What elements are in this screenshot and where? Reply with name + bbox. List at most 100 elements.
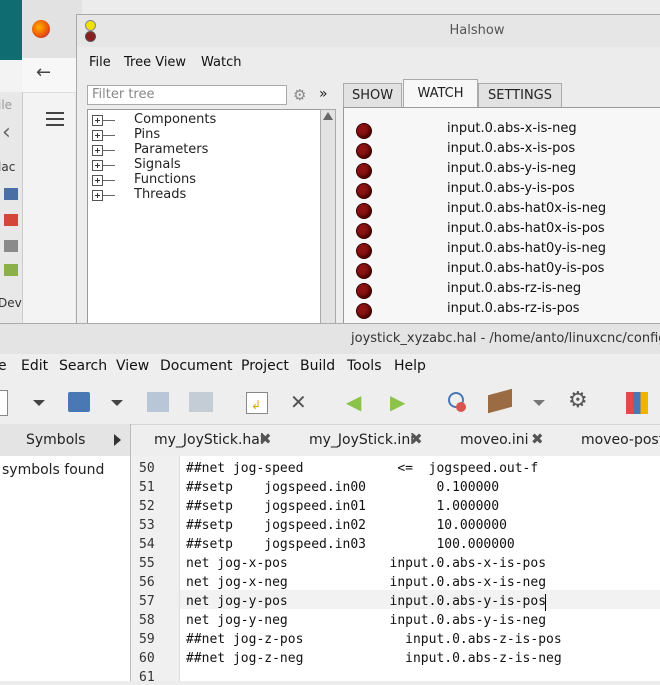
tab-moveo-postg[interactable]: moveo-postg <box>581 432 660 448</box>
led-indicator-icon <box>356 283 372 299</box>
component-tree: Components Pins Parameters Signals Funct… <box>87 109 321 331</box>
color-chooser-icon[interactable] <box>626 392 648 414</box>
background-label: ile <box>0 98 13 112</box>
tab-moveo-ini[interactable]: moveo.ini <box>460 432 529 448</box>
led-indicator-icon <box>356 303 372 319</box>
dropdown-arrow-icon[interactable] <box>111 400 123 406</box>
background-tabbar <box>22 0 82 58</box>
code-line[interactable]: ##setp jogspeed.in03 100.000000 <box>186 537 515 552</box>
expand-plus-icon[interactable] <box>92 145 103 156</box>
code-line[interactable]: net jog-x-neg input.0.abs-x-is-neg <box>186 575 546 590</box>
menu-help[interactable]: Help <box>394 358 426 374</box>
menu-document[interactable]: Document <box>160 358 233 374</box>
tree-item-label: Signals <box>134 157 181 172</box>
geany-tabbar: Symbols my_JoyStick.hal ✖ my_JoyStick.in… <box>0 424 660 457</box>
back-arrow-icon[interactable]: ◀ <box>346 390 361 414</box>
gear-icon[interactable]: ⚙ <box>293 86 306 104</box>
geany-title: joystick_xyzabc.hal - /home/anto/linuxcn… <box>351 331 660 346</box>
code-line[interactable]: ##setp jogspeed.in01 1.000000 <box>186 499 499 514</box>
led-indicator-icon <box>356 183 372 199</box>
close-tab-icon[interactable]: ✖ <box>410 430 423 448</box>
menu-build[interactable]: Build <box>300 358 335 374</box>
menu-view[interactable]: View <box>116 358 149 374</box>
watch-row: input.0.abs-y-is-pos <box>344 179 660 199</box>
close-tab-icon[interactable]: ✖ <box>531 430 544 448</box>
code-line[interactable]: ##net jog-speed <= jogspeed.out-f <box>186 461 538 476</box>
close-tab-icon[interactable]: ✖ <box>259 430 272 448</box>
tab-my-joystick-hal[interactable]: my_JoyStick.hal <box>154 432 264 448</box>
code-line[interactable]: ##setp jogspeed.in02 10.000000 <box>186 518 507 533</box>
folder-icon[interactable] <box>4 264 18 276</box>
close-file-icon[interactable]: ✕ <box>290 390 307 414</box>
expand-button[interactable]: » <box>319 86 328 102</box>
menu-tree-view[interactable]: Tree View <box>124 55 186 70</box>
save-icon[interactable] <box>147 392 169 412</box>
computer-icon[interactable] <box>4 188 18 200</box>
tree-scrollbar[interactable] <box>320 109 336 331</box>
led-indicator-icon <box>356 243 372 259</box>
watch-list: input.0.abs-x-is-neg input.0.abs-x-is-po… <box>343 107 660 331</box>
menu-file[interactable]: e <box>0 358 7 374</box>
tab-settings[interactable]: SETTINGS <box>478 83 562 109</box>
line-number: 58 <box>139 613 155 628</box>
code-editor[interactable]: 50 ##net jog-speed <= jogspeed.out-f 51 … <box>131 456 660 685</box>
background-teal-panel <box>0 0 22 60</box>
scroll-up-arrow-icon[interactable] <box>323 112 333 120</box>
watch-signal-name: input.0.abs-hat0x-is-pos <box>447 221 605 236</box>
expand-plus-icon[interactable] <box>92 130 103 141</box>
text-cursor <box>545 594 546 611</box>
watch-signal-name: input.0.abs-x-is-pos <box>447 141 576 156</box>
forward-arrow-icon[interactable]: ▶ <box>390 390 405 414</box>
led-indicator-icon <box>356 123 372 139</box>
geany-menubar: e Edit Search View Document Project Buil… <box>0 354 660 380</box>
expand-plus-icon[interactable] <box>92 175 103 186</box>
save-all-icon[interactable] <box>189 392 213 412</box>
halshow-titlebar: Halshow <box>77 15 660 47</box>
new-file-icon[interactable] <box>0 390 8 416</box>
home-icon[interactable] <box>4 214 18 226</box>
execute-gear-icon[interactable]: ⚙ <box>568 388 588 413</box>
drive-icon[interactable] <box>4 240 18 252</box>
menu-search[interactable]: Search <box>59 358 107 374</box>
menu-project[interactable]: Project <box>241 358 289 374</box>
firefox-icon[interactable] <box>32 20 50 38</box>
watch-signal-name: input.0.abs-rz-is-pos <box>447 301 580 316</box>
menu-edit[interactable]: Edit <box>21 358 48 374</box>
revert-icon[interactable]: ↲ <box>246 392 268 414</box>
tree-item-label: Threads <box>134 187 187 202</box>
symbols-status: symbols found <box>2 462 105 478</box>
code-line[interactable]: ##net jog-z-pos input.0.abs-z-is-pos <box>186 632 562 647</box>
code-line[interactable]: net jog-y-pos input.0.abs-y-is-pos <box>186 594 546 609</box>
menu-watch[interactable]: Watch <box>201 55 241 70</box>
tree-item-label: Components <box>134 112 217 127</box>
tab-watch[interactable]: WATCH <box>403 79 478 108</box>
expand-plus-icon[interactable] <box>92 190 103 201</box>
tab-my-joystick-ini[interactable]: my_JoyStick.ini <box>309 432 414 448</box>
line-number: 53 <box>139 518 155 533</box>
line-number: 55 <box>139 556 155 571</box>
filter-tree-input[interactable]: Filter tree <box>87 85 287 105</box>
back-arrow-icon[interactable]: ← <box>36 62 51 83</box>
dropdown-arrow-icon[interactable] <box>533 400 545 406</box>
code-line[interactable]: net jog-y-neg input.0.abs-y-is-neg <box>186 613 546 628</box>
chevron-right-icon[interactable] <box>114 434 121 446</box>
compile-icon[interactable] <box>446 392 468 414</box>
tab-symbols[interactable]: Symbols <box>26 432 85 448</box>
tab-show[interactable]: SHOW <box>343 83 402 109</box>
expand-plus-icon[interactable] <box>92 115 103 126</box>
code-line[interactable]: ##net jog-z-neg input.0.abs-z-is-neg <box>186 651 562 666</box>
open-file-icon[interactable] <box>68 392 90 412</box>
expand-plus-icon[interactable] <box>92 160 103 171</box>
dropdown-arrow-icon[interactable] <box>33 400 45 406</box>
menu-tools[interactable]: Tools <box>347 358 382 374</box>
code-line[interactable]: ##setp jogspeed.in00 0.100000 <box>186 480 499 495</box>
tree-item-label: Functions <box>134 172 197 187</box>
menu-file[interactable]: File <box>89 55 111 70</box>
build-icon[interactable] <box>488 388 512 414</box>
code-line[interactable]: net jog-x-pos input.0.abs-x-is-pos <box>186 556 546 571</box>
line-number: 56 <box>139 575 155 590</box>
background-label: lac <box>0 160 16 174</box>
line-number: 59 <box>139 632 155 647</box>
hamburger-menu-icon[interactable] <box>46 112 64 114</box>
chevron-left-icon[interactable]: ‹ <box>2 120 11 145</box>
